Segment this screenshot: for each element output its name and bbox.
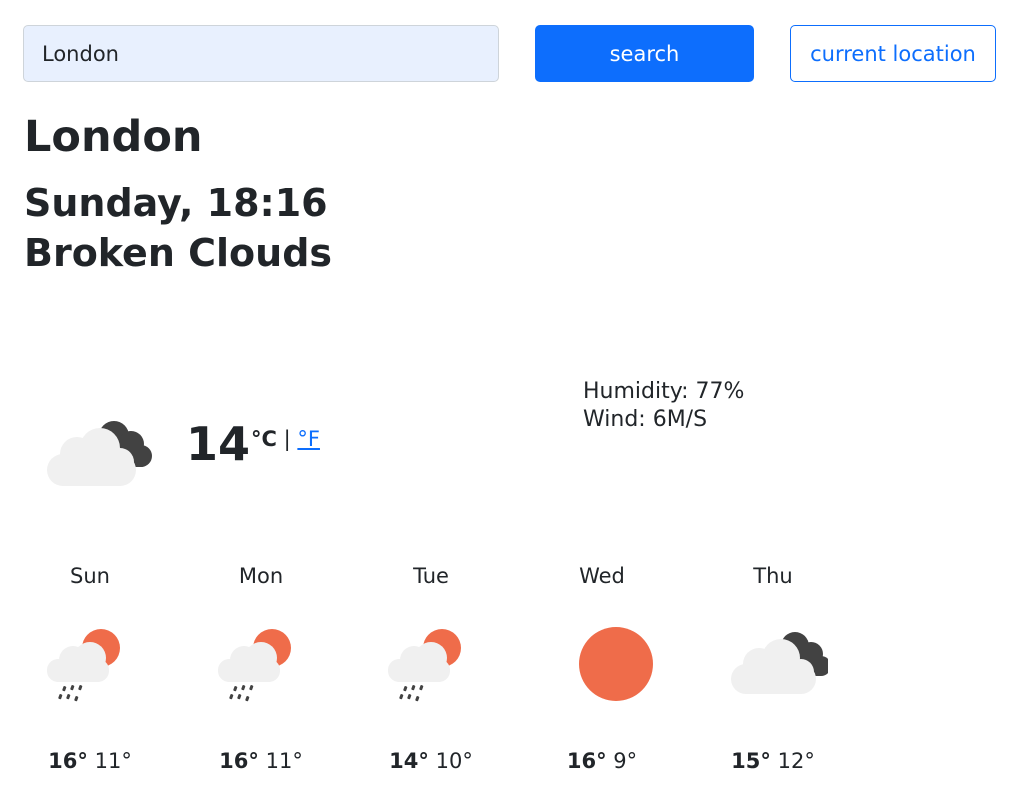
forecast-max: 16° xyxy=(48,749,88,773)
forecast-temps: 16° 9° xyxy=(542,746,662,776)
forecast-temps: 16° 11° xyxy=(201,746,321,776)
search-button[interactable]: search xyxy=(535,25,754,82)
forecast-min: 9° xyxy=(613,749,638,773)
forecast-temps: 16° 11° xyxy=(30,746,150,776)
broken-clouds-icon xyxy=(731,632,828,694)
humidity: Humidity: 77% xyxy=(583,379,745,404)
celsius-unit: °C xyxy=(251,427,277,451)
wind: Wind: 6M/S xyxy=(583,407,708,432)
forecast-min: 10° xyxy=(435,749,473,773)
forecast-day-label: Thu xyxy=(753,564,793,588)
fahrenheit-link[interactable]: °F xyxy=(297,427,320,451)
forecast-day-sun: Sun 16° 11° xyxy=(30,560,150,776)
unit-separator: | xyxy=(283,427,291,451)
forecast-day-label: Tue xyxy=(413,564,449,588)
sun-icon xyxy=(579,627,653,701)
city-title: London xyxy=(24,112,203,162)
forecast-day-label: Mon xyxy=(238,564,284,588)
forecast-temps: 15° 12° xyxy=(713,746,833,776)
search-input[interactable] xyxy=(23,25,499,82)
forecast-max: 14° xyxy=(389,749,429,773)
weather-details: Humidity: 77% Wind: 6M/S xyxy=(583,378,744,434)
unit-toggle: °C | °F xyxy=(251,424,320,454)
broken-clouds-icon xyxy=(47,421,152,486)
forecast-max: 16° xyxy=(566,749,607,773)
current-temperature: 14 xyxy=(186,417,251,471)
forecast-min: 11° xyxy=(265,749,303,773)
rain-sun-cloud-icon xyxy=(388,629,461,702)
forecast-day-wed: Wed 16° 9° xyxy=(542,560,662,776)
forecast-day-label: Sun xyxy=(70,564,110,588)
forecast-day-label: Wed xyxy=(579,564,625,588)
forecast-max: 15° xyxy=(731,749,771,773)
current-location-button[interactable]: current location xyxy=(790,25,996,82)
weather-description: Broken Clouds xyxy=(24,231,333,275)
forecast-temps: 14° 10° xyxy=(371,746,491,776)
rain-sun-cloud-icon xyxy=(47,629,120,702)
forecast-min: 12° xyxy=(777,749,815,773)
forecast-day-tue: Tue 14° 10° xyxy=(371,560,491,776)
forecast-day-thu: Thu 15° 12° xyxy=(713,560,833,776)
forecast-min: 11° xyxy=(94,749,132,773)
forecast-day-mon: Mon 16° 11° xyxy=(201,560,321,776)
rain-sun-cloud-icon xyxy=(218,629,291,702)
forecast-max: 16° xyxy=(219,749,259,773)
date-time: Sunday, 18:16 xyxy=(24,181,328,225)
